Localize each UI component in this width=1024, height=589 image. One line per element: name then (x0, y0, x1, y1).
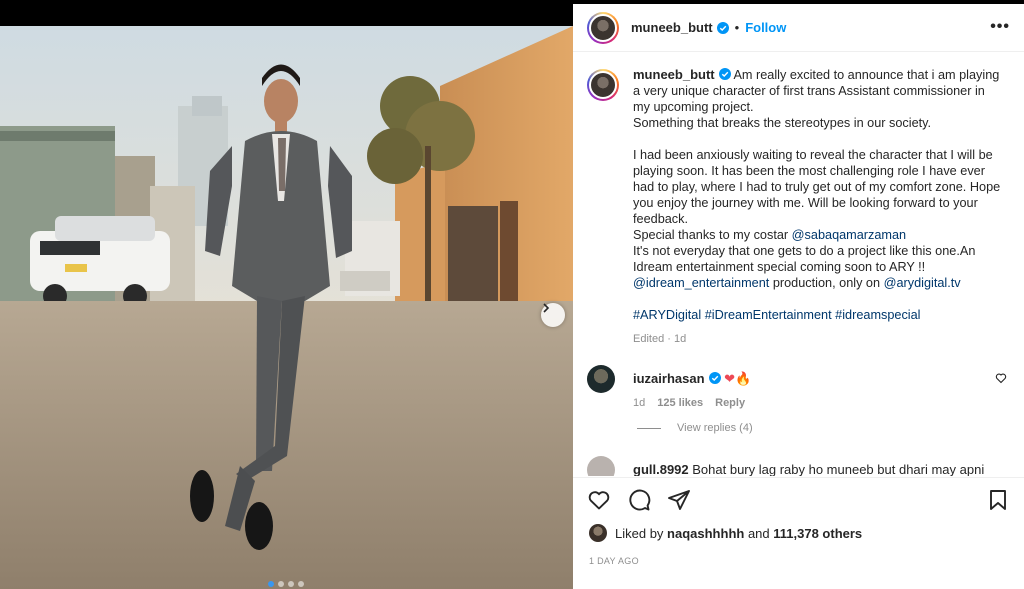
carousel-dot (268, 581, 274, 587)
hashtag-link[interactable]: #idreamspecial (835, 308, 920, 322)
share-icon[interactable] (667, 488, 691, 512)
post-date[interactable]: 1 DAY AGO (589, 556, 639, 566)
comment-meta: 1d 125 likes Reply (633, 397, 751, 409)
commenter-username[interactable]: gull.8992 (633, 462, 689, 476)
commenter-username[interactable]: iuzairhasan (633, 371, 705, 386)
carousel-dot (278, 581, 284, 587)
photo-illustration (0, 26, 573, 589)
carousel-next-button[interactable] (541, 303, 565, 327)
more-options-icon[interactable]: ••• (990, 18, 1010, 36)
comment-icon[interactable] (627, 488, 651, 512)
post-side-panel: muneeb_butt • Follow ••• muneeb_butt Am … (573, 4, 1024, 589)
liked-by-prefix: Liked by (615, 525, 664, 541)
likes-others-link[interactable]: 111,378 others (773, 526, 862, 541)
chevron-right-icon (543, 303, 550, 313)
ary-mention-link[interactable]: @arydigital.tv (884, 276, 961, 290)
hashtag-link[interactable]: #iDreamEntertainment (705, 308, 832, 322)
production-text: production, only on (769, 276, 884, 290)
caption-line: It's not everyday that one gets to do a … (633, 244, 979, 274)
idream-mention-link[interactable]: @idream_entertainment (633, 276, 769, 290)
carousel-dot (298, 581, 304, 587)
caption-text: muneeb_butt Am really excited to announc… (633, 67, 1003, 347)
commenter-avatar[interactable] (587, 365, 615, 393)
liker-avatar[interactable] (589, 524, 607, 542)
caption-line: Something that breaks the stereotypes in… (633, 116, 932, 130)
post-photo[interactable] (0, 26, 573, 589)
carousel-indicator (268, 581, 304, 587)
commenter-avatar[interactable] (587, 456, 615, 476)
action-bar (587, 488, 691, 512)
verified-badge-icon (718, 68, 731, 80)
likes-and: and (744, 525, 774, 541)
liker-username[interactable]: naqashhhhh (667, 526, 744, 541)
view-replies-label: View replies (4) (677, 422, 753, 434)
comment-item: gull.8992 Bohat bury lag raby ho muneeb … (587, 456, 1007, 476)
bookmark-icon[interactable] (986, 488, 1010, 512)
comment-age[interactable]: 1d (633, 397, 645, 409)
comments-scroll-area[interactable]: muneeb_butt Am really excited to announc… (573, 53, 1024, 477)
author-avatar[interactable] (587, 11, 619, 44)
comment-heart-icon[interactable] (995, 372, 1007, 384)
likes-summary: Liked by naqashhhhh and 111,378 others (589, 524, 862, 542)
replies-line (637, 427, 661, 429)
heart-icon[interactable] (587, 488, 611, 512)
author-username[interactable]: muneeb_butt (631, 20, 713, 35)
separator-dot: • (734, 20, 740, 35)
post-header: muneeb_butt • Follow ••• (573, 4, 1024, 52)
follow-button[interactable]: Follow (745, 20, 786, 35)
caption-username[interactable]: muneeb_butt (633, 67, 715, 82)
reply-button[interactable]: Reply (715, 397, 745, 409)
view-replies-button[interactable]: View replies (4) (637, 422, 753, 434)
post-caption: muneeb_butt Am really excited to announc… (587, 67, 1007, 347)
comment-text: Bohat bury lag raby ho muneeb but dhari … (692, 462, 985, 476)
post-actions-section: Liked by naqashhhhh and 111,378 others 1… (573, 477, 1024, 589)
comment-likes[interactable]: 125 likes (657, 397, 703, 409)
caption-line (633, 131, 1003, 147)
comment-item: iuzairhasan ❤🔥 1d 125 likes Reply (587, 365, 1007, 409)
caption-edited-meta: Edited · 1d (633, 333, 687, 345)
carousel-dot (288, 581, 294, 587)
comment-emojis: ❤🔥 (724, 371, 752, 386)
verified-badge-icon (708, 372, 721, 384)
thanks-text: Special thanks to my costar (633, 228, 792, 242)
hashtag-link[interactable]: #ARYDigital (633, 308, 701, 322)
caption-line: I had been anxiously waiting to reveal t… (633, 148, 1004, 226)
caption-author-avatar[interactable] (587, 69, 619, 101)
costar-mention-link[interactable]: @sabaqamarzaman (792, 228, 906, 242)
verified-badge-icon (716, 21, 729, 34)
